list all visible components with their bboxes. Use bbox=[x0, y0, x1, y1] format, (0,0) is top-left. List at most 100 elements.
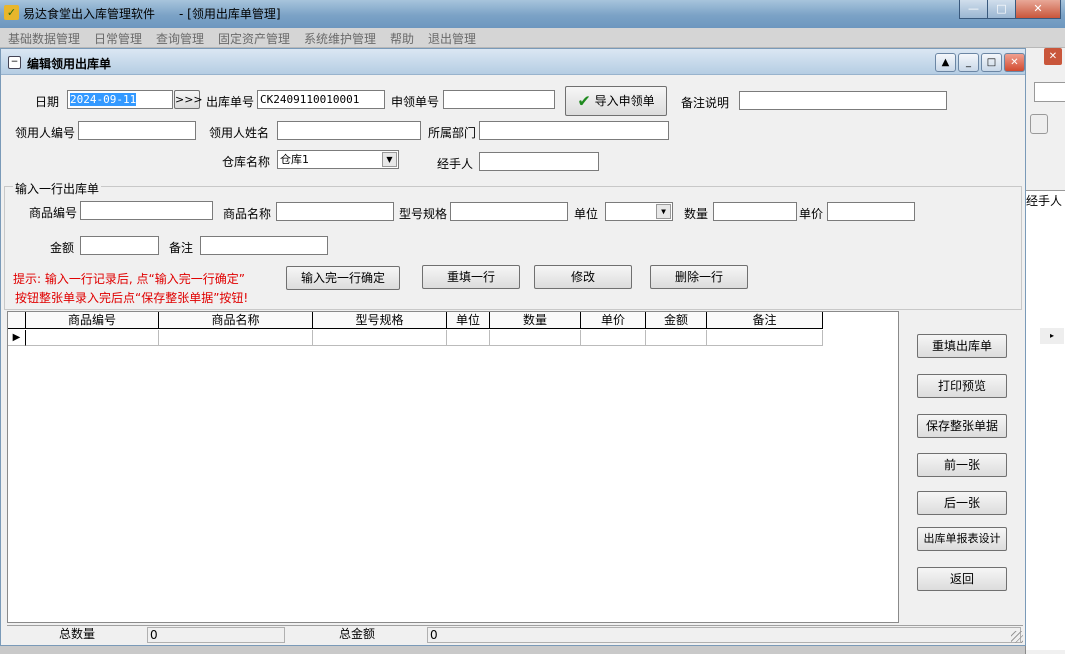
chevron-down-icon[interactable]: ▼ bbox=[382, 152, 397, 167]
cell-price[interactable] bbox=[581, 330, 646, 346]
cell-unit[interactable] bbox=[447, 330, 490, 346]
system-menu-icon[interactable]: − bbox=[8, 56, 21, 69]
line-entry-group-label: 输入一行出库单 bbox=[13, 180, 102, 197]
save-form-button[interactable]: 保存整张单据 bbox=[917, 414, 1007, 438]
out-no-field[interactable]: CK2409110010001 bbox=[257, 90, 385, 109]
checkmark-icon: ✔ bbox=[577, 91, 591, 111]
item-no-label: 商品编号 bbox=[29, 206, 78, 220]
row-selector-icon[interactable]: ▶ bbox=[8, 330, 26, 346]
close-button[interactable]: ✕ bbox=[1015, 0, 1061, 19]
back-button[interactable]: 返回 bbox=[917, 567, 1007, 591]
col-header-item-name[interactable]: 商品名称 bbox=[159, 312, 313, 329]
app-logo-icon: ✓ bbox=[4, 5, 19, 20]
resize-grip-icon[interactable] bbox=[1011, 631, 1023, 643]
price-label: 单价 bbox=[799, 207, 824, 221]
menu-fixed-assets[interactable]: 固定资产管理 bbox=[218, 30, 290, 47]
edit-line-button[interactable]: 修改 bbox=[534, 265, 632, 289]
cell-note[interactable] bbox=[707, 330, 823, 346]
items-grid[interactable]: 商品编号 商品名称 型号规格 单位 数量 单价 金额 备注 ▶ bbox=[7, 311, 899, 623]
price-field[interactable] bbox=[827, 202, 915, 221]
handler-label: 经手人 bbox=[437, 157, 474, 171]
recipient-no-field[interactable] bbox=[78, 121, 196, 140]
reset-form-button[interactable]: 重填出库单 bbox=[917, 334, 1007, 358]
item-name-field[interactable] bbox=[276, 202, 394, 221]
col-header-item-no[interactable]: 商品编号 bbox=[26, 312, 159, 329]
grid-corner bbox=[8, 312, 26, 329]
department-field[interactable] bbox=[479, 121, 669, 140]
cell-qty[interactable] bbox=[490, 330, 581, 346]
bg-grid bbox=[1026, 190, 1065, 650]
col-header-price[interactable]: 单价 bbox=[581, 312, 646, 329]
qty-label: 数量 bbox=[684, 207, 709, 221]
col-header-amount[interactable]: 金额 bbox=[646, 312, 707, 329]
item-no-field[interactable] bbox=[80, 201, 213, 220]
menu-query[interactable]: 查询管理 bbox=[156, 30, 204, 47]
child-titlebar: − 编辑领用出库单 ▲ _ □ ✕ bbox=[1, 49, 1025, 75]
qty-field[interactable] bbox=[713, 202, 797, 221]
spec-label: 型号规格 bbox=[399, 207, 448, 221]
child-maximize-button[interactable]: □ bbox=[981, 53, 1002, 72]
maximize-button[interactable]: □ bbox=[987, 0, 1016, 19]
report-design-button[interactable]: 出库单报表设计 bbox=[917, 527, 1007, 551]
date-picker-button[interactable]: >>> bbox=[174, 90, 203, 109]
warehouse-select[interactable]: 仓库1 ▼ bbox=[277, 150, 399, 169]
col-header-note[interactable]: 备注 bbox=[707, 312, 823, 329]
child-scroll-up-icon[interactable]: ▲ bbox=[935, 53, 956, 72]
col-header-spec[interactable]: 型号规格 bbox=[313, 312, 447, 329]
spec-field[interactable] bbox=[450, 202, 568, 221]
delete-line-button[interactable]: 删除一行 bbox=[650, 265, 748, 289]
status-bar: 总数量 0 总金额 0 bbox=[7, 625, 1023, 643]
prev-button[interactable]: 前一张 bbox=[917, 453, 1007, 477]
total-amount-label: 总金额 bbox=[338, 627, 375, 641]
total-qty-label: 总数量 bbox=[58, 627, 95, 641]
unit-select[interactable]: ▼ bbox=[605, 202, 673, 221]
menu-basic-data[interactable]: 基础数据管理 bbox=[8, 30, 80, 47]
total-qty-value: 0 bbox=[147, 627, 285, 643]
reset-line-button[interactable]: 重填一行 bbox=[422, 265, 520, 289]
date-label: 日期 bbox=[35, 95, 60, 109]
cell-spec[interactable] bbox=[313, 330, 447, 346]
bg-column-header: 经手人 bbox=[1026, 194, 1063, 208]
date-field[interactable]: 2024-09-11 bbox=[67, 90, 173, 109]
bg-field bbox=[1034, 82, 1065, 102]
out-no-label: 出库单号 bbox=[206, 95, 255, 109]
menu-help[interactable]: 帮助 bbox=[390, 30, 414, 47]
print-preview-button[interactable]: 打印预览 bbox=[917, 374, 1007, 398]
confirm-line-button[interactable]: 输入完一行确定 bbox=[286, 266, 400, 290]
request-no-label: 申领单号 bbox=[391, 95, 440, 109]
minimize-button[interactable]: — bbox=[959, 0, 988, 19]
handler-field[interactable] bbox=[479, 152, 599, 171]
col-header-unit[interactable]: 单位 bbox=[447, 312, 490, 329]
unit-chevron-down-icon[interactable]: ▼ bbox=[656, 204, 671, 219]
hint-line-2: 按钮整张单录入完后点“保存整张单据”按钮! bbox=[15, 291, 249, 305]
child-close-button[interactable]: ✕ bbox=[1004, 53, 1025, 72]
menu-system[interactable]: 系统维护管理 bbox=[304, 30, 376, 47]
recipient-name-label: 领用人姓名 bbox=[209, 126, 270, 140]
department-label: 所属部门 bbox=[428, 126, 477, 140]
col-header-qty[interactable]: 数量 bbox=[490, 312, 581, 329]
note-field[interactable] bbox=[200, 236, 328, 255]
remark-field[interactable] bbox=[739, 91, 947, 110]
note-label: 备注 bbox=[169, 241, 194, 255]
cell-item-no[interactable] bbox=[26, 330, 159, 346]
app-titlebar: ✓ 易达食堂出入库管理软件 - [领用出库单管理] — □ ✕ bbox=[0, 0, 1065, 28]
unit-label: 单位 bbox=[574, 207, 599, 221]
amount-label: 金额 bbox=[50, 241, 75, 255]
import-request-button[interactable]: ✔ 导入申领单 bbox=[565, 86, 667, 116]
child-window: − 编辑领用出库单 ▲ _ □ ✕ 日期 2024-09-11 >>> 出库单号… bbox=[0, 48, 1026, 646]
child-minimize-button[interactable]: _ bbox=[958, 53, 979, 72]
total-amount-value: 0 bbox=[427, 627, 1021, 643]
cell-amount[interactable] bbox=[646, 330, 707, 346]
menu-daily[interactable]: 日常管理 bbox=[94, 30, 142, 47]
bg-close-icon: ✕ bbox=[1044, 48, 1062, 65]
warehouse-value: 仓库1 bbox=[280, 153, 309, 166]
menu-exit[interactable]: 退出管理 bbox=[428, 30, 476, 47]
recipient-name-field[interactable] bbox=[277, 121, 421, 140]
cell-item-name[interactable] bbox=[159, 330, 313, 346]
amount-field[interactable] bbox=[80, 236, 159, 255]
bg-scroll-arrow-icon: ▸ bbox=[1040, 328, 1064, 344]
next-button[interactable]: 后一张 bbox=[917, 491, 1007, 515]
remark-label: 备注说明 bbox=[681, 96, 730, 110]
request-no-field[interactable] bbox=[443, 90, 555, 109]
hint-line-1: 提示: 输入一行记录后, 点“输入完一行确定” bbox=[13, 272, 245, 286]
